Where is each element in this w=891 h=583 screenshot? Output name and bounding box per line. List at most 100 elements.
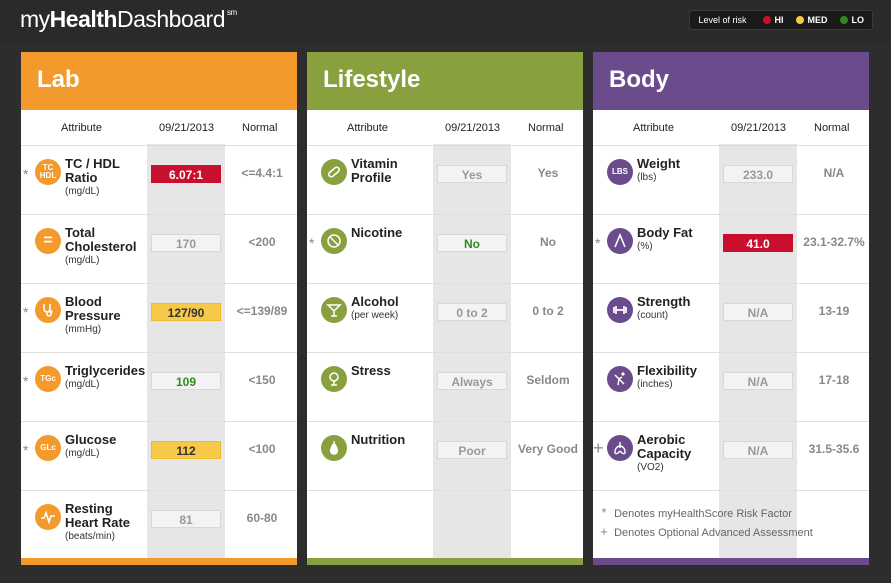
lo-dot-icon bbox=[839, 16, 848, 24]
normal-range: 31.5-35.6 bbox=[808, 442, 860, 456]
cocktail-icon bbox=[321, 297, 347, 323]
normal-range: <150 bbox=[248, 373, 276, 387]
col-normal: Normal bbox=[242, 122, 278, 134]
normal-range: Yes bbox=[537, 166, 559, 180]
col-attribute: Attribute bbox=[347, 122, 388, 134]
normal-range: <=139/89 bbox=[236, 304, 288, 318]
value-badge: 109 bbox=[151, 372, 221, 390]
value-badge: 233.0 bbox=[723, 165, 793, 183]
attr-unit: (mg/dL) bbox=[65, 448, 100, 459]
attr-unit: (beats/min) bbox=[65, 531, 116, 542]
body-row-aerobic-capacity[interactable]: + Aerobic Capacity (VO2) N/A 31.5-35.6 bbox=[593, 422, 869, 491]
hi-label: HI bbox=[774, 15, 784, 25]
normal-range: 13-19 bbox=[818, 304, 850, 318]
normal-range: 0 to 2 bbox=[532, 304, 564, 318]
lifestyle-row-nicotine[interactable]: * Nicotine No No bbox=[307, 215, 583, 284]
risk-factor-star: * bbox=[595, 235, 601, 251]
no-smoking-icon bbox=[321, 228, 347, 254]
lo-label: LO bbox=[851, 15, 865, 25]
normal-range: <=4.4:1 bbox=[241, 166, 283, 180]
attr-name: Nutrition bbox=[351, 432, 406, 447]
normal-range: Seldom bbox=[526, 373, 570, 387]
col-date: 09/21/2013 bbox=[159, 122, 215, 134]
risk-factor-star: * bbox=[23, 304, 29, 320]
normal-range: 17-18 bbox=[818, 373, 850, 387]
lbs-icon: LBS bbox=[607, 159, 633, 185]
lab-column-headers: Attribute 09/21/2013 Normal bbox=[21, 110, 297, 146]
attr-name: TC / HDL Ratio bbox=[65, 156, 120, 185]
lab-row-triglycerides[interactable]: * TGc Triglycerides (mg/dL) 109 <150 bbox=[21, 353, 297, 422]
top-bar: myHealthDashboard sm Level of risk HI MED… bbox=[0, 0, 891, 42]
lab-row-resting-heart-rate[interactable]: Resting Heart Rate (beats/min) 81 60-80 bbox=[21, 491, 297, 560]
lab-row-glucose[interactable]: * GLc Glucose (mg/dL) 112 <100 bbox=[21, 422, 297, 491]
value-badge: N/A bbox=[723, 303, 793, 321]
lab-row-tc-hdl[interactable]: * TC HDL TC / HDL Ratio (mg/dL) 6.07:1 <=4… bbox=[21, 146, 297, 215]
attr-name: Alcohol bbox=[351, 294, 399, 309]
body-row-body-fat[interactable]: * Body Fat (%) 41.0 23.1-32.7% bbox=[593, 215, 869, 284]
attr-unit: (inches) bbox=[637, 379, 673, 390]
attr-name: Body Fat bbox=[637, 225, 693, 240]
attr-name: Stress bbox=[351, 363, 391, 378]
value-badge: 0 to 2 bbox=[437, 303, 507, 321]
col-attribute: Attribute bbox=[61, 122, 102, 134]
tgc-icon: TGc bbox=[35, 366, 61, 392]
risk-factor-star: * bbox=[23, 373, 29, 389]
attr-unit: (mmHg) bbox=[65, 324, 102, 335]
col-date: 09/21/2013 bbox=[731, 122, 787, 134]
value-badge: Yes bbox=[437, 165, 507, 183]
value-badge: 112 bbox=[151, 441, 221, 459]
lab-panel: Lab Attribute 09/21/2013 Normal * TC HDL … bbox=[21, 52, 297, 565]
glc-icon: GLc bbox=[35, 435, 61, 461]
body-title: Body bbox=[593, 52, 869, 110]
attr-name: Resting Heart Rate bbox=[65, 501, 131, 530]
hi-dot-icon bbox=[762, 16, 771, 24]
attr-unit: (mg/dL) bbox=[65, 186, 100, 197]
footnote-risk-factor: Denotes myHealthScore Risk Factor bbox=[614, 508, 792, 520]
value-badge: No bbox=[437, 234, 507, 252]
lifestyle-row-nutrition[interactable]: Nutrition Poor Very Good bbox=[307, 422, 583, 491]
lifestyle-column-headers: Attribute 09/21/2013 Normal bbox=[307, 110, 583, 146]
lab-row-blood-pressure[interactable]: * Blood Pressure (mmHg) 127/90 <=139/89 bbox=[21, 284, 297, 353]
attr-name: Weight bbox=[637, 156, 681, 171]
attr-name: Vitamin Profile bbox=[351, 156, 398, 185]
normal-range: 23.1-32.7% bbox=[803, 235, 865, 249]
lifestyle-row-alcohol[interactable]: Alcohol (per week) 0 to 2 0 to 2 bbox=[307, 284, 583, 353]
attr-unit: (mg/dL) bbox=[65, 379, 100, 390]
stethoscope-icon bbox=[35, 297, 61, 323]
body-row-flexibility[interactable]: Flexibility (inches) N/A 17-18 bbox=[593, 353, 869, 422]
value-badge: 41.0 bbox=[723, 234, 793, 252]
attr-name: Strength bbox=[637, 294, 691, 309]
lungs-icon bbox=[607, 435, 633, 461]
value-badge: 170 bbox=[151, 234, 221, 252]
normal-range: <100 bbox=[248, 442, 276, 456]
body-row-weight[interactable]: LBS Weight (lbs) 233.0 N/A bbox=[593, 146, 869, 215]
heartbeat-icon bbox=[35, 504, 61, 530]
normal-range: N/A bbox=[823, 166, 845, 180]
risk-legend-label: Level of risk bbox=[698, 15, 747, 25]
attr-unit: (%) bbox=[637, 241, 653, 252]
attr-name: Blood Pressure bbox=[65, 294, 121, 323]
lifestyle-row-stress[interactable]: Stress Always Seldom bbox=[307, 353, 583, 422]
body-row-strength[interactable]: Strength (count) N/A 13-19 bbox=[593, 284, 869, 353]
risk-legend: Level of risk HI MED LO bbox=[689, 10, 873, 30]
normal-range: <200 bbox=[248, 235, 276, 249]
footnotes: * Denotes myHealthScore Risk Factor + De… bbox=[600, 505, 813, 539]
risk-factor-star: * bbox=[23, 442, 29, 458]
lifestyle-title: Lifestyle bbox=[307, 52, 583, 110]
value-badge: 127/90 bbox=[151, 303, 221, 321]
stress-icon bbox=[321, 366, 347, 392]
value-badge: Always bbox=[437, 372, 507, 390]
lifestyle-panel: Lifestyle Attribute 09/21/2013 Normal Vi… bbox=[307, 52, 583, 565]
attr-unit: (per week) bbox=[351, 310, 399, 321]
med-label: MED bbox=[807, 15, 828, 25]
optional-assessment-plus: + bbox=[593, 438, 604, 458]
attr-unit: (VO2) bbox=[637, 462, 664, 473]
attr-unit: (lbs) bbox=[637, 172, 657, 183]
brand-logo: myHealthDashboard sm bbox=[20, 6, 237, 32]
lab-row-total-cholesterol[interactable]: = Total Cholesterol (mg/dL) 170 <200 bbox=[21, 215, 297, 284]
normal-range: 60-80 bbox=[246, 511, 278, 525]
attr-name: Nicotine bbox=[351, 225, 403, 240]
lifestyle-row-vitamin-profile[interactable]: Vitamin Profile Yes Yes bbox=[307, 146, 583, 215]
col-attribute: Attribute bbox=[633, 122, 674, 134]
footnote-optional-assessment: Denotes Optional Advanced Assessment bbox=[614, 527, 813, 539]
